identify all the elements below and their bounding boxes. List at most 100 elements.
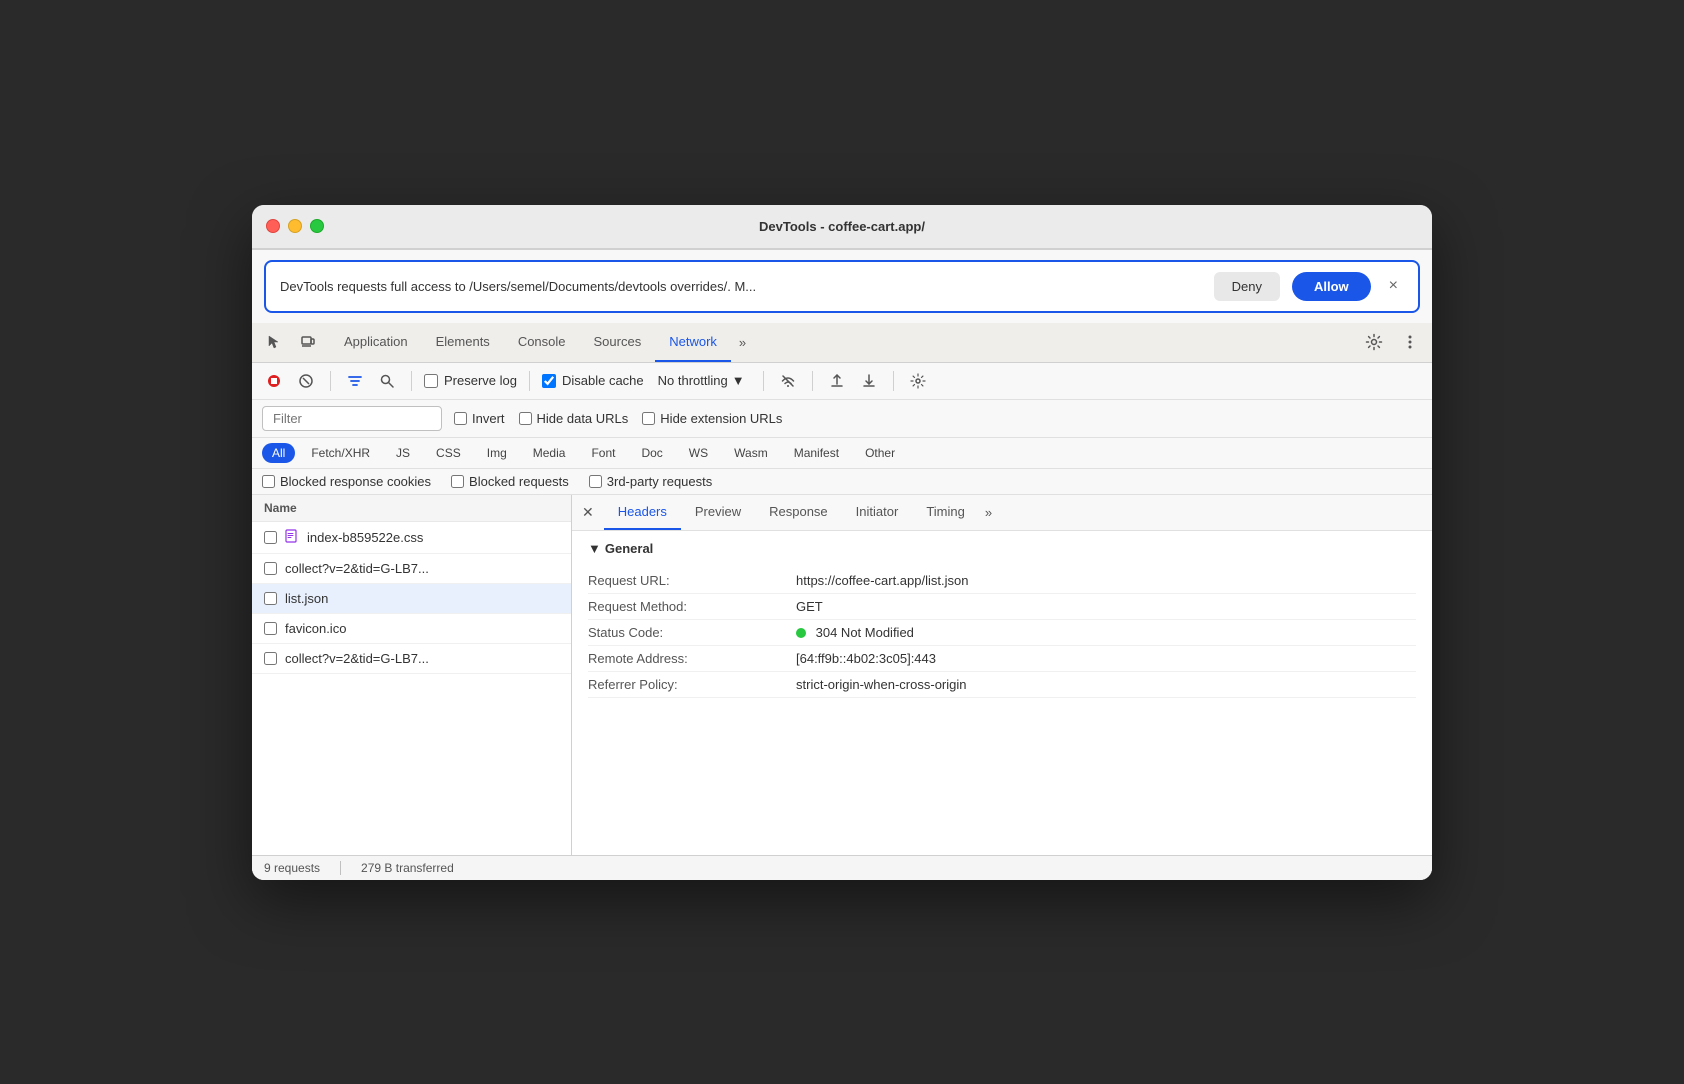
- permission-close-button[interactable]: ×: [1383, 275, 1404, 297]
- tab-preview[interactable]: Preview: [681, 495, 755, 531]
- header-key-remote: Remote Address:: [588, 651, 788, 666]
- detail-tabs: ✕ Headers Preview Response Initiator Tim…: [572, 495, 1432, 531]
- status-dot-green: [796, 628, 806, 638]
- type-filter-css[interactable]: CSS: [426, 443, 471, 463]
- blocked-cookies-checkbox[interactable]: [262, 475, 275, 488]
- file-checkbox-1[interactable]: [264, 531, 277, 544]
- type-filter-img[interactable]: Img: [477, 443, 517, 463]
- toolbar-divider-1: [330, 371, 331, 391]
- tab-overflow-button[interactable]: »: [731, 335, 754, 350]
- permission-bar: DevTools requests full access to /Users/…: [264, 260, 1420, 313]
- header-key-referrer: Referrer Policy:: [588, 677, 788, 692]
- type-filter-js[interactable]: JS: [386, 443, 420, 463]
- network-settings-icon[interactable]: [906, 369, 930, 393]
- tab-sources[interactable]: Sources: [580, 322, 656, 362]
- css-icon: [285, 529, 299, 546]
- window-title: DevTools - coffee-cart.app/: [759, 219, 925, 234]
- blocked-requests-checkbox[interactable]: [451, 475, 464, 488]
- filter-options: Invert Hide data URLs Hide extension URL…: [454, 411, 782, 426]
- disable-cache-label[interactable]: Disable cache: [542, 373, 644, 388]
- tab-icons: [260, 328, 322, 356]
- tab-console[interactable]: Console: [504, 322, 580, 362]
- type-filter-other[interactable]: Other: [855, 443, 905, 463]
- general-section-header[interactable]: ▼ General: [588, 541, 1416, 556]
- upload-icon[interactable]: [825, 369, 849, 393]
- header-row-status: Status Code: 304 Not Modified: [588, 620, 1416, 646]
- header-row-url: Request URL: https://coffee-cart.app/lis…: [588, 568, 1416, 594]
- more-icon[interactable]: [1396, 328, 1424, 356]
- blocked-cookies-label[interactable]: Blocked response cookies: [262, 474, 431, 489]
- header-row-method: Request Method: GET: [588, 594, 1416, 620]
- preserve-log-label[interactable]: Preserve log: [424, 373, 517, 388]
- header-value-status: 304 Not Modified: [796, 625, 1416, 640]
- allow-button[interactable]: Allow: [1292, 272, 1371, 301]
- type-filter-wasm[interactable]: Wasm: [724, 443, 778, 463]
- download-icon[interactable]: [857, 369, 881, 393]
- close-button[interactable]: [266, 219, 280, 233]
- minimize-button[interactable]: [288, 219, 302, 233]
- type-filter-ws[interactable]: WS: [679, 443, 718, 463]
- devtools-window: DevTools - coffee-cart.app/ DevTools req…: [252, 205, 1432, 880]
- main-content: Name index-b859522e.css collect?v=2&tid=…: [252, 495, 1432, 855]
- type-filter-media[interactable]: Media: [523, 443, 576, 463]
- invert-filter-label[interactable]: Invert: [454, 411, 505, 426]
- third-party-requests-checkbox[interactable]: [589, 475, 602, 488]
- hide-extension-urls-checkbox[interactable]: [642, 412, 655, 425]
- tab-elements[interactable]: Elements: [422, 322, 504, 362]
- header-row-remote: Remote Address: [64:ff9b::4b02:3c05]:443: [588, 646, 1416, 672]
- list-item[interactable]: collect?v=2&tid=G-LB7...: [252, 644, 571, 674]
- file-checkbox-5[interactable]: [264, 652, 277, 665]
- tab-network[interactable]: Network: [655, 322, 731, 362]
- blocked-requests-label[interactable]: Blocked requests: [451, 474, 569, 489]
- file-checkbox-2[interactable]: [264, 562, 277, 575]
- cursor-icon[interactable]: [260, 328, 288, 356]
- tab-headers[interactable]: Headers: [604, 495, 681, 531]
- tab-timing[interactable]: Timing: [912, 495, 979, 531]
- hide-data-urls-label[interactable]: Hide data URLs: [519, 411, 629, 426]
- file-checkbox-3[interactable]: [264, 592, 277, 605]
- tab-initiator[interactable]: Initiator: [842, 495, 913, 531]
- toolbar-divider-6: [893, 371, 894, 391]
- tab-response[interactable]: Response: [755, 495, 842, 531]
- header-key-method: Request Method:: [588, 599, 788, 614]
- header-value-method: GET: [796, 599, 1416, 614]
- detail-tab-overflow[interactable]: »: [979, 505, 998, 520]
- throttle-select[interactable]: No throttling ▼: [652, 370, 751, 391]
- toolbar-divider-3: [529, 371, 530, 391]
- headers-content: ▼ General Request URL: https://coffee-ca…: [572, 531, 1432, 708]
- status-bar: 9 requests 279 B transferred: [252, 855, 1432, 880]
- device-icon[interactable]: [294, 328, 322, 356]
- hide-data-urls-checkbox[interactable]: [519, 412, 532, 425]
- detail-close-button[interactable]: ✕: [582, 504, 594, 521]
- list-item[interactable]: index-b859522e.css: [252, 522, 571, 554]
- search-button[interactable]: [375, 369, 399, 393]
- settings-icon[interactable]: [1360, 328, 1388, 356]
- filter-input[interactable]: [262, 406, 442, 431]
- disable-cache-checkbox[interactable]: [542, 374, 556, 388]
- file-checkbox-4[interactable]: [264, 622, 277, 635]
- titlebar: DevTools - coffee-cart.app/: [252, 205, 1432, 249]
- clear-button[interactable]: [294, 369, 318, 393]
- deny-button[interactable]: Deny: [1214, 272, 1280, 301]
- permission-text: DevTools requests full access to /Users/…: [280, 279, 1202, 294]
- maximize-button[interactable]: [310, 219, 324, 233]
- type-filter-fetch-xhr[interactable]: Fetch/XHR: [301, 443, 380, 463]
- hide-extension-urls-label[interactable]: Hide extension URLs: [642, 411, 782, 426]
- type-filter-doc[interactable]: Doc: [631, 443, 672, 463]
- stop-recording-button[interactable]: [262, 369, 286, 393]
- file-name-5: collect?v=2&tid=G-LB7...: [285, 651, 429, 666]
- header-value-referrer: strict-origin-when-cross-origin: [796, 677, 1416, 692]
- list-item[interactable]: collect?v=2&tid=G-LB7...: [252, 554, 571, 584]
- tab-application[interactable]: Application: [330, 322, 422, 362]
- list-item[interactable]: list.json: [252, 584, 571, 614]
- type-filter-font[interactable]: Font: [581, 443, 625, 463]
- preserve-log-checkbox[interactable]: [424, 374, 438, 388]
- headers-table: Request URL: https://coffee-cart.app/lis…: [588, 568, 1416, 698]
- type-filter-all[interactable]: All: [262, 443, 295, 463]
- list-item[interactable]: favicon.ico: [252, 614, 571, 644]
- wifi-icon[interactable]: [776, 369, 800, 393]
- invert-filter-checkbox[interactable]: [454, 412, 467, 425]
- third-party-requests-label[interactable]: 3rd-party requests: [589, 474, 713, 489]
- type-filter-manifest[interactable]: Manifest: [784, 443, 849, 463]
- filter-toggle-button[interactable]: [343, 369, 367, 393]
